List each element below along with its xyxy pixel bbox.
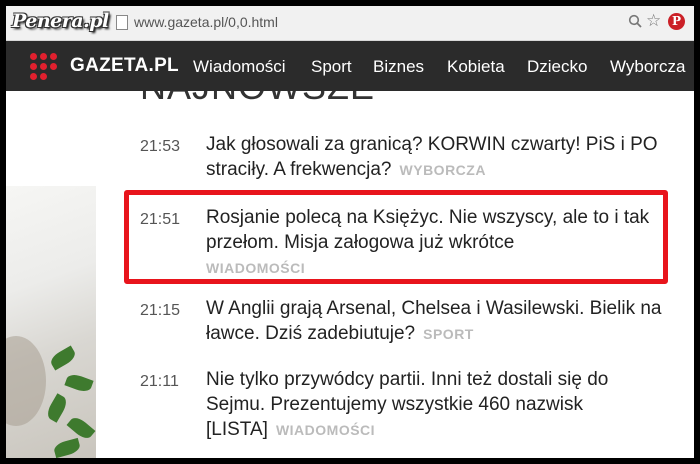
site-navbar: GAZETA.PL Wiadomości Sport Biznes Kobiet… — [6, 41, 694, 91]
address-bar: Penera.pl www.gazeta.pl/0,0.html ☆ P — [6, 6, 694, 41]
nav-item-sport[interactable]: Sport — [311, 57, 352, 77]
nav-item-wiadomosci[interactable]: Wiadomości — [193, 57, 286, 77]
news-title[interactable]: W Anglii grają Arsenal, Chelsea i Wasile… — [206, 296, 672, 347]
browser-window: Penera.pl www.gazeta.pl/0,0.html ☆ P GAZ… — [6, 6, 694, 458]
page-icon — [116, 15, 128, 30]
news-title-text[interactable]: Nie tylko przywódcy partii. Inni też dos… — [206, 369, 608, 440]
news-source[interactable]: SPORT — [423, 326, 474, 342]
nav-item-kobieta[interactable]: Kobieta — [447, 57, 505, 77]
news-time: 21:53 — [140, 138, 181, 155]
news-time: 21:11 — [140, 373, 179, 390]
news-source[interactable]: WIADOMOŚCI — [276, 422, 375, 438]
star-icon[interactable]: ☆ — [646, 12, 661, 30]
nav-item-wyborcza[interactable]: Wyborcza — [610, 57, 685, 77]
logo-icon[interactable] — [30, 53, 60, 80]
section-heading: NAJNOWSZE — [140, 91, 375, 108]
nav-item-dziecko[interactable]: Dziecko — [527, 57, 587, 77]
news-title[interactable]: Nie tylko przywódcy partii. Inni też dos… — [206, 367, 672, 443]
article-photo[interactable] — [6, 186, 96, 458]
highlight-box — [124, 190, 668, 284]
url-field[interactable]: www.gazeta.pl/0,0.html — [134, 14, 278, 30]
news-title[interactable]: Jak głosowali za granicą? KORWIN czwarty… — [206, 132, 672, 183]
news-source[interactable]: WYBORCZA — [400, 162, 486, 178]
zoom-icon[interactable] — [628, 14, 642, 28]
pinterest-icon[interactable]: P — [668, 13, 685, 30]
watermark: Penera.pl — [12, 10, 109, 32]
news-time: 21:15 — [140, 302, 181, 319]
site-logo[interactable]: GAZETA.PL — [70, 55, 179, 77]
content-area: NAJNOWSZE 21:53 Jak głosowali za granicą… — [6, 91, 694, 458]
nav-item-biznes[interactable]: Biznes — [373, 57, 424, 77]
